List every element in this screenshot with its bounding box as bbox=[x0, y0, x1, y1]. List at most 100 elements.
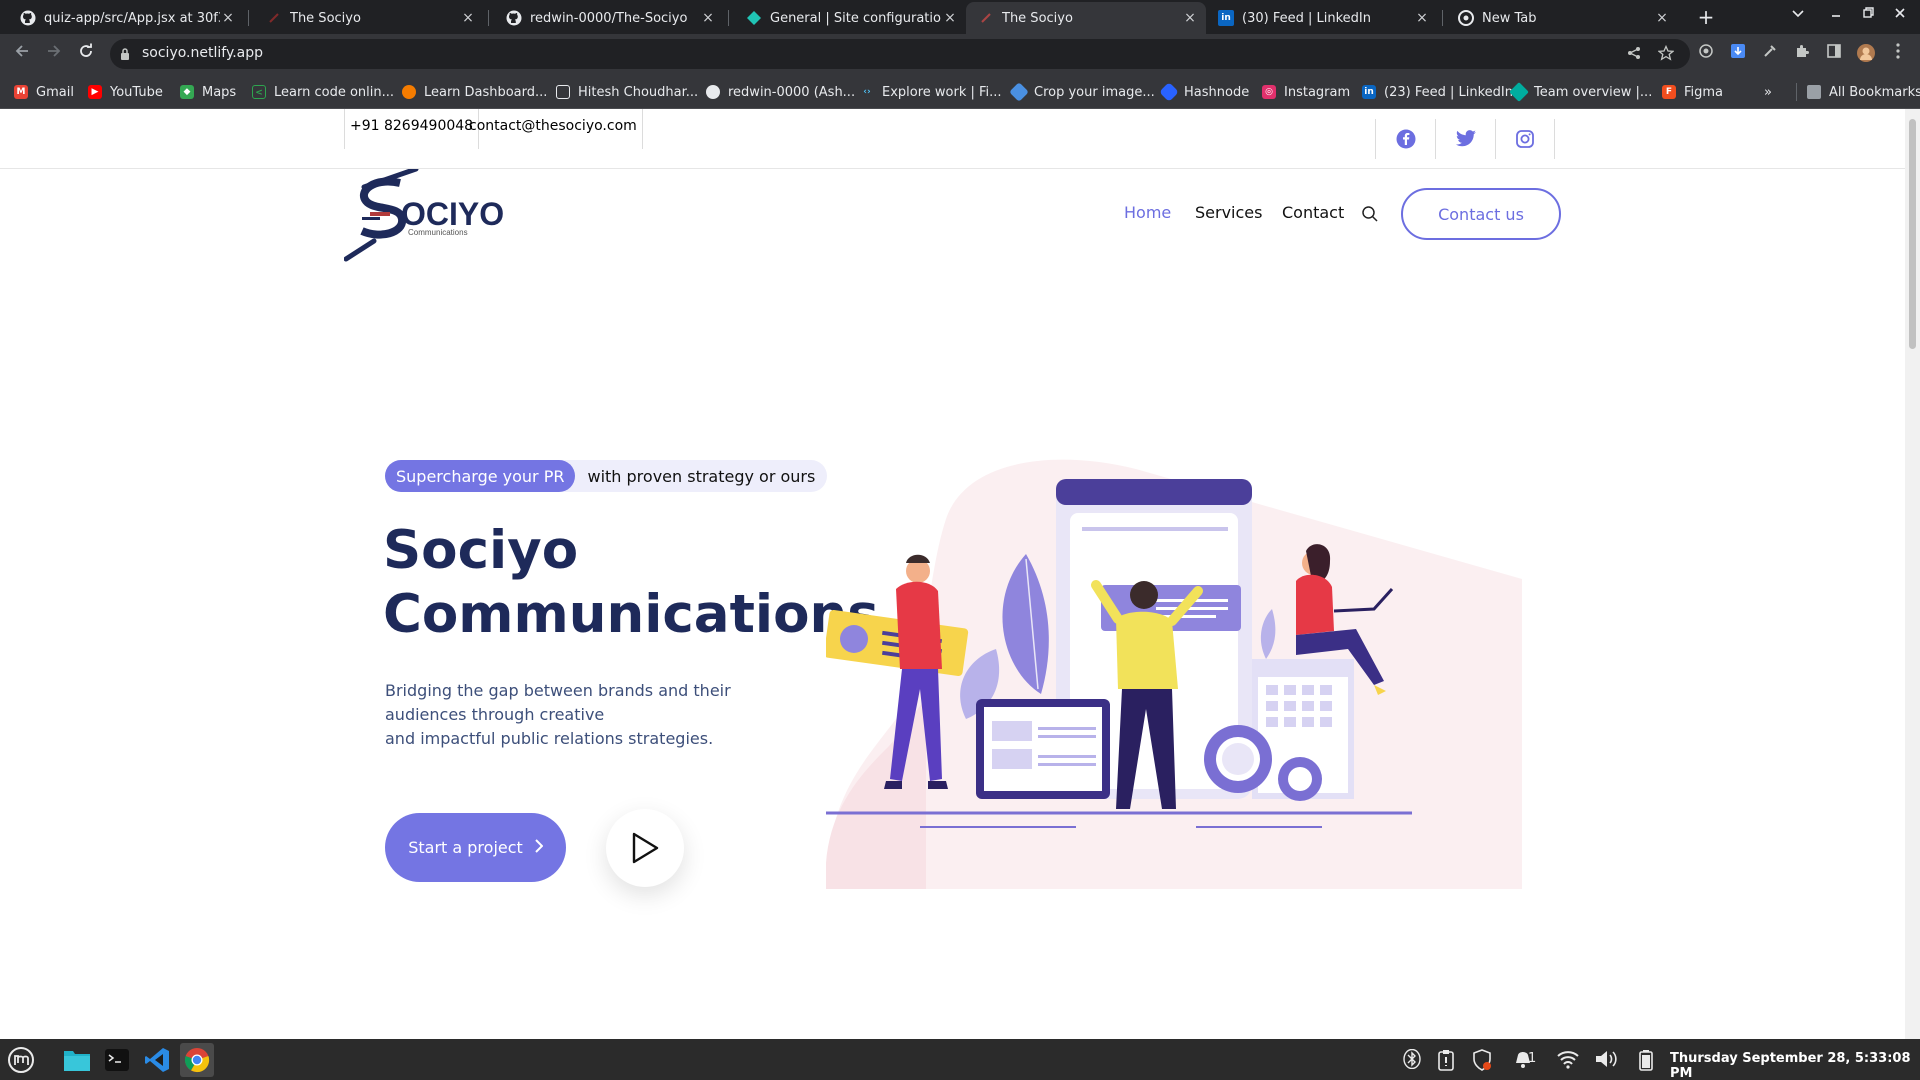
maps-icon: ◆ bbox=[180, 85, 194, 99]
search-icon[interactable] bbox=[1361, 205, 1379, 223]
mint-logo-icon bbox=[8, 1047, 34, 1073]
github-icon bbox=[706, 85, 720, 99]
facebook-link[interactable] bbox=[1375, 119, 1435, 159]
bookmark-youtube[interactable]: ▶ YouTube bbox=[88, 83, 163, 101]
bookmark-gmail[interactable]: M Gmail bbox=[14, 83, 74, 101]
bookmark-learn-dashboard[interactable]: Learn Dashboard... bbox=[402, 83, 547, 101]
back-button[interactable] bbox=[10, 42, 34, 66]
code-icon: < bbox=[252, 85, 266, 99]
bookmark-hashnode[interactable]: Hashnode bbox=[1159, 82, 1249, 102]
side-panel-icon[interactable] bbox=[1824, 43, 1844, 63]
linkedin-icon: in bbox=[1218, 10, 1234, 26]
github-icon bbox=[506, 10, 522, 26]
tab-github-repo[interactable]: redwin-0000/The-Sociyo × bbox=[494, 2, 724, 34]
shield-icon[interactable] bbox=[1470, 1049, 1494, 1071]
reload-button[interactable] bbox=[74, 42, 98, 66]
figma-icon: F bbox=[1662, 85, 1676, 99]
sociyo-icon bbox=[978, 10, 994, 26]
restore-icon[interactable] bbox=[1858, 6, 1878, 22]
bookmark-maps[interactable]: ◆ Maps bbox=[180, 83, 236, 101]
volume-icon[interactable] bbox=[1594, 1049, 1618, 1071]
wifi-icon[interactable] bbox=[1556, 1049, 1580, 1071]
tab-quiz-app[interactable]: quiz-app/src/App.jsx at 30f3c × bbox=[8, 2, 244, 34]
notifications-icon[interactable]: 1 bbox=[1506, 1049, 1540, 1071]
tab-search-icon[interactable] bbox=[1788, 6, 1808, 22]
phone-number[interactable]: +91 8269490048 bbox=[344, 109, 480, 149]
close-icon[interactable]: × bbox=[460, 10, 476, 26]
browser-menu-icon[interactable] bbox=[1888, 43, 1908, 63]
file-manager-button[interactable] bbox=[60, 1043, 94, 1077]
download-icon[interactable] bbox=[1728, 43, 1748, 63]
tab-sociyo-1[interactable]: The Sociyo × bbox=[254, 2, 484, 34]
netlify-icon bbox=[1509, 82, 1529, 102]
minimize-icon[interactable] bbox=[1826, 6, 1846, 22]
close-window-icon[interactable] bbox=[1890, 6, 1910, 22]
tab-new-tab[interactable]: New Tab × bbox=[1446, 2, 1678, 34]
tab-sociyo-active[interactable]: The Sociyo × bbox=[966, 2, 1206, 34]
all-bookmarks-folder[interactable]: All Bookmarks bbox=[1796, 83, 1920, 101]
clipboard-icon[interactable] bbox=[1434, 1049, 1458, 1071]
bookmark-team-overview[interactable]: Team overview |... bbox=[1509, 82, 1652, 102]
share-icon[interactable] bbox=[1624, 45, 1644, 64]
tab-title: The Sociyo bbox=[1002, 10, 1073, 26]
start-project-button[interactable]: Start a project bbox=[385, 813, 566, 882]
hashnode-icon bbox=[1159, 82, 1179, 102]
bluetooth-icon[interactable] bbox=[1400, 1048, 1424, 1071]
bookmark-learn-code[interactable]: < Learn code onlin... bbox=[252, 83, 394, 101]
start-project-label: Start a project bbox=[408, 838, 523, 857]
system-clock[interactable]: Thursday September 28, 5:33:08 PM bbox=[1670, 1051, 1920, 1080]
close-icon[interactable]: × bbox=[1414, 10, 1430, 26]
tab-linkedin[interactable]: in (30) Feed | LinkedIn × bbox=[1206, 2, 1438, 34]
profile-avatar[interactable] bbox=[1856, 43, 1876, 63]
os-taskbar: 1 Thursday September 28, 5:33:08 PM bbox=[0, 1039, 1920, 1080]
close-icon[interactable]: × bbox=[942, 10, 958, 26]
bookmark-figma[interactable]: F Figma bbox=[1662, 83, 1723, 101]
close-icon[interactable]: × bbox=[700, 10, 716, 26]
address-bar[interactable]: sociyo.netlify.app bbox=[110, 39, 1690, 69]
sociyo-icon bbox=[266, 10, 282, 26]
bookmark-redwin[interactable]: redwin-0000 (Ash... bbox=[706, 83, 855, 101]
eyedropper-icon[interactable] bbox=[1760, 43, 1780, 63]
contact-us-button[interactable]: Contact us bbox=[1401, 188, 1561, 240]
youtube-icon: ▶ bbox=[88, 85, 102, 99]
bookmark-linkedin[interactable]: in (23) Feed | LinkedIn bbox=[1362, 83, 1513, 101]
sociyo-logo[interactable]: OCIYO Communications bbox=[343, 166, 514, 269]
vscode-button[interactable] bbox=[140, 1043, 174, 1077]
scrollbar-thumb[interactable] bbox=[1909, 119, 1916, 349]
bookmark-crop-image[interactable]: Crop your image... bbox=[1009, 82, 1155, 102]
forward-button[interactable] bbox=[42, 42, 66, 66]
chrome-taskbar-button[interactable] bbox=[180, 1043, 214, 1077]
browser-toolbar: sociyo.netlify.app bbox=[0, 34, 1920, 74]
chrome-icon bbox=[1458, 10, 1474, 26]
bookmark-explore-work[interactable]: ‹› Explore work | Fi... bbox=[860, 83, 1001, 101]
dashboard-icon bbox=[402, 85, 416, 99]
start-menu-button[interactable] bbox=[4, 1043, 38, 1077]
play-video-button[interactable] bbox=[606, 809, 684, 887]
battery-icon[interactable] bbox=[1634, 1049, 1658, 1071]
hero-tagline-pill: Supercharge your PR with proven strategy… bbox=[385, 460, 828, 492]
star-icon[interactable] bbox=[1656, 44, 1676, 65]
close-icon[interactable]: × bbox=[1182, 10, 1198, 26]
bookmarks-overflow-button[interactable]: » bbox=[1764, 83, 1772, 101]
chrome-icon bbox=[184, 1048, 210, 1073]
tab-netlify[interactable]: General | Site configuration | × bbox=[734, 2, 966, 34]
instagram-link[interactable] bbox=[1495, 119, 1555, 159]
close-icon[interactable]: × bbox=[220, 10, 236, 26]
terminal-button[interactable] bbox=[100, 1043, 134, 1077]
nav-services[interactable]: Services bbox=[1195, 203, 1262, 222]
close-icon[interactable]: × bbox=[1654, 10, 1670, 26]
email-address[interactable]: contact@thesociyo.com bbox=[464, 109, 643, 149]
extensions-puzzle-icon[interactable] bbox=[1792, 43, 1812, 63]
instagram-icon: ◎ bbox=[1262, 85, 1276, 99]
twitter-link[interactable] bbox=[1435, 119, 1495, 159]
nav-contact[interactable]: Contact bbox=[1282, 203, 1344, 222]
hero-title-line-2: Communications bbox=[383, 584, 879, 645]
page-scrollbar[interactable] bbox=[1905, 109, 1920, 1039]
bookmarks-bar: M Gmail ▶ YouTube ◆ Maps < Learn code onlin.… bbox=[0, 74, 1920, 109]
new-tab-button[interactable]: + bbox=[1694, 5, 1718, 29]
hero-illustration bbox=[823, 459, 1522, 909]
bookmark-hitesh[interactable]: Hitesh Choudhar... bbox=[556, 83, 698, 101]
bookmark-instagram[interactable]: ◎ Instagram bbox=[1262, 83, 1350, 101]
extension-target-icon[interactable] bbox=[1696, 43, 1716, 63]
nav-home[interactable]: Home bbox=[1124, 203, 1171, 222]
